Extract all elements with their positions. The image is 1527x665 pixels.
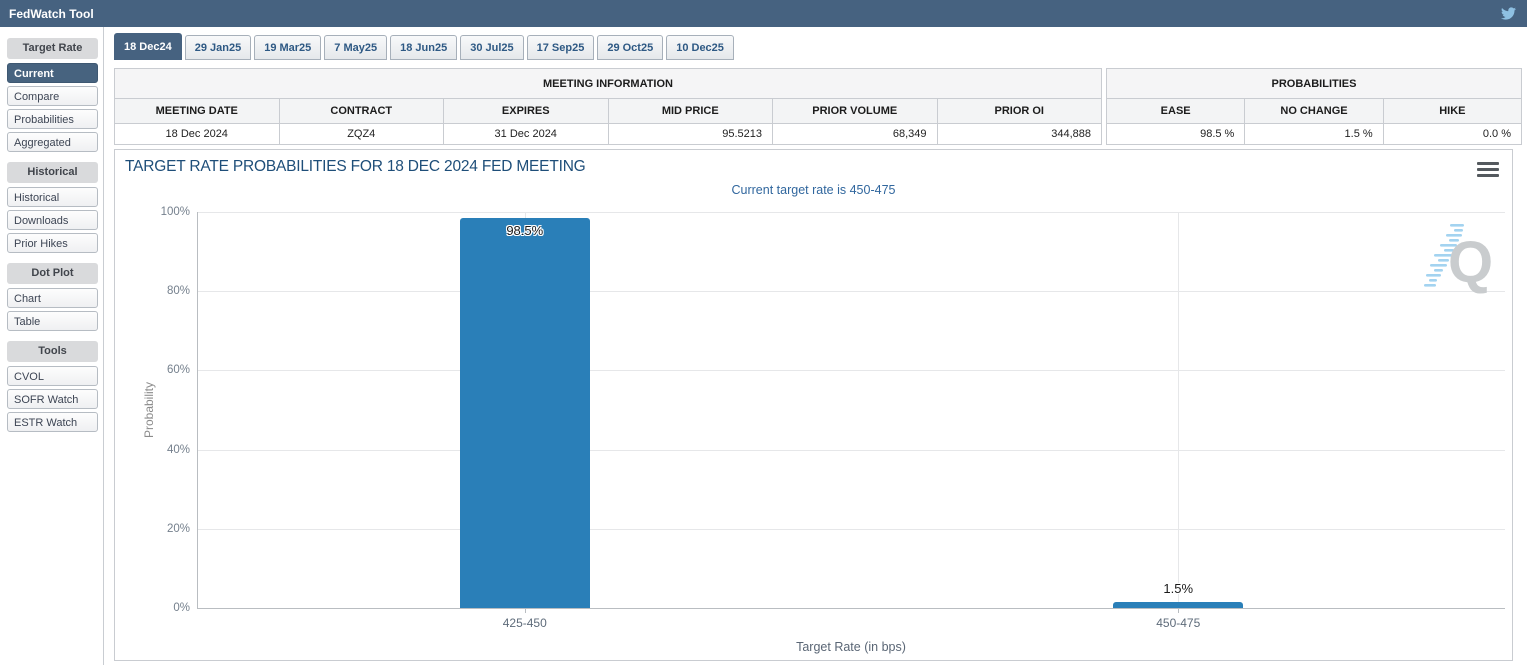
x-tick-mark — [1178, 608, 1180, 613]
y-tick-label: 60% — [166, 364, 190, 377]
cell-mid-price: 95.5213 — [607, 123, 773, 145]
bar-value-label: 98.5% — [506, 222, 544, 238]
column-header-contract: CONTRACT — [278, 98, 444, 124]
sidebar-item-prior-hikes[interactable]: Prior Hikes — [7, 233, 98, 253]
bar-425-450[interactable] — [459, 217, 590, 608]
chart-subtitle: Current target rate is 450-475 — [731, 183, 896, 197]
sidebar-item-current[interactable]: Current — [7, 63, 98, 83]
sidebar: Target Rate Current Compare Probabilities Ag… — [0, 27, 104, 665]
cell-prior-oi: 344,888 — [936, 123, 1102, 145]
y-tick-label: 20% — [166, 522, 190, 535]
meeting-date-tabbar: 18 Dec24 29 Jan25 19 Mar25 7 May25 18 Jun25 3… — [114, 33, 1527, 60]
sidebar-item-cvol[interactable]: CVOL — [7, 366, 98, 386]
column-header-no-change: NO CHANGE — [1244, 98, 1384, 124]
sidebar-item-estr-watch[interactable]: ESTR Watch — [7, 412, 98, 432]
tab-29-oct25[interactable]: 29 Oct25 — [597, 35, 664, 60]
sidebar-item-compare[interactable]: Compare — [7, 86, 98, 106]
app-title: FedWatch Tool — [9, 6, 94, 21]
column-header-meeting-date: MEETING DATE — [114, 98, 280, 124]
plot-area: 0% 20% 40% 60% 80% 100% 98.5% 425-450 1.5% 450-47… — [161, 206, 1505, 630]
table-caption: PROBABILITIES — [1106, 68, 1522, 99]
gridline — [198, 370, 1505, 372]
tab-29-jan25[interactable]: 29 Jan25 — [184, 35, 252, 60]
column-header-hike: HIKE — [1382, 98, 1523, 124]
chart-panel: TARGET RATE PROBABILITIES FOR 18 DEC 202… — [114, 149, 1513, 661]
sidebar-item-chart[interactable]: Chart — [7, 288, 98, 308]
gridline — [1178, 212, 1180, 608]
sidebar-item-sofr-watch[interactable]: SOFR Watch — [7, 389, 98, 409]
gridline — [198, 212, 1505, 213]
bar-value-label: 1.5% — [1163, 581, 1194, 597]
cell-expires: 31 Dec 2024 — [443, 123, 609, 145]
hamburger-menu-icon[interactable] — [1477, 162, 1499, 180]
info-tables-row: MEETING INFORMATION MEETING DATE CONTRACT E… — [114, 68, 1527, 145]
cell-contract: ZQZ4 — [278, 123, 444, 145]
sidebar-item-downloads[interactable]: Downloads — [7, 210, 98, 230]
probabilities-table: PROBABILITIES EASE NO CHANGE HIKE 98.5 % 1.5 … — [1105, 68, 1523, 145]
chart-title: TARGET RATE PROBABILITIES FOR 18 DEC 202… — [125, 158, 586, 175]
x-axis-title: Target Rate (in bps) — [796, 640, 906, 654]
column-header-prior-volume: PRIOR VOLUME — [772, 98, 938, 124]
tab-17-sep25[interactable]: 17 Sep25 — [526, 35, 595, 60]
top-header-bar: FedWatch Tool — [0, 0, 1527, 27]
quikstrike-q-watermark-icon: Q — [1424, 214, 1496, 301]
x-tick-label: 425-450 — [502, 616, 547, 630]
main-content: 18 Dec24 29 Jan25 19 Mar25 7 May25 18 Jun25 3… — [104, 27, 1527, 665]
tab-18-dec24[interactable]: 18 Dec24 — [114, 33, 182, 60]
y-tick-label: 40% — [166, 443, 190, 456]
cell-prior-volume: 68,349 — [772, 123, 938, 145]
gridline — [198, 528, 1505, 530]
svg-text:Q: Q — [1448, 230, 1493, 295]
sidebar-item-table[interactable]: Table — [7, 311, 98, 331]
y-tick-label: 80% — [166, 285, 190, 298]
cell-meeting-date: 18 Dec 2024 — [114, 123, 280, 145]
table-caption: MEETING INFORMATION — [114, 68, 1102, 99]
gridline — [198, 449, 1505, 451]
sidebar-section-dot-plot: Dot Plot — [7, 263, 98, 284]
meeting-information-table: MEETING INFORMATION MEETING DATE CONTRACT E… — [114, 68, 1102, 145]
tab-7-may25[interactable]: 7 May25 — [324, 35, 388, 60]
cell-hike: 0.0 % — [1382, 123, 1523, 145]
column-header-ease: EASE — [1105, 98, 1246, 124]
x-tick-label: 450-475 — [1156, 616, 1201, 630]
gridline — [198, 291, 1505, 293]
tab-10-dec25[interactable]: 10 Dec25 — [666, 35, 734, 60]
sidebar-section-historical: Historical — [7, 162, 98, 183]
tab-30-jul25[interactable]: 30 Jul25 — [460, 35, 524, 60]
cell-no-change: 1.5 % — [1244, 123, 1384, 145]
column-header-prior-oi: PRIOR OI — [936, 98, 1102, 124]
tab-18-jun25[interactable]: 18 Jun25 — [390, 35, 458, 60]
column-header-expires: EXPIRES — [443, 98, 609, 124]
sidebar-item-aggregated[interactable]: Aggregated — [7, 132, 98, 152]
bar-450-475[interactable] — [1113, 602, 1244, 608]
column-header-mid-price: MID PRICE — [607, 98, 773, 124]
y-tick-label: 0% — [173, 602, 190, 614]
sidebar-section-tools: Tools — [7, 341, 98, 362]
sidebar-item-historical[interactable]: Historical — [7, 187, 98, 207]
x-tick-mark — [524, 608, 526, 613]
tab-19-mar25[interactable]: 19 Mar25 — [254, 35, 322, 60]
twitter-icon[interactable] — [1500, 6, 1517, 21]
cell-ease: 98.5 % — [1105, 123, 1246, 145]
sidebar-section-target-rate: Target Rate — [7, 38, 98, 59]
sidebar-item-probabilities[interactable]: Probabilities — [7, 109, 98, 129]
y-tick-label: 100% — [160, 206, 190, 218]
y-axis-title: Probability — [142, 381, 156, 439]
